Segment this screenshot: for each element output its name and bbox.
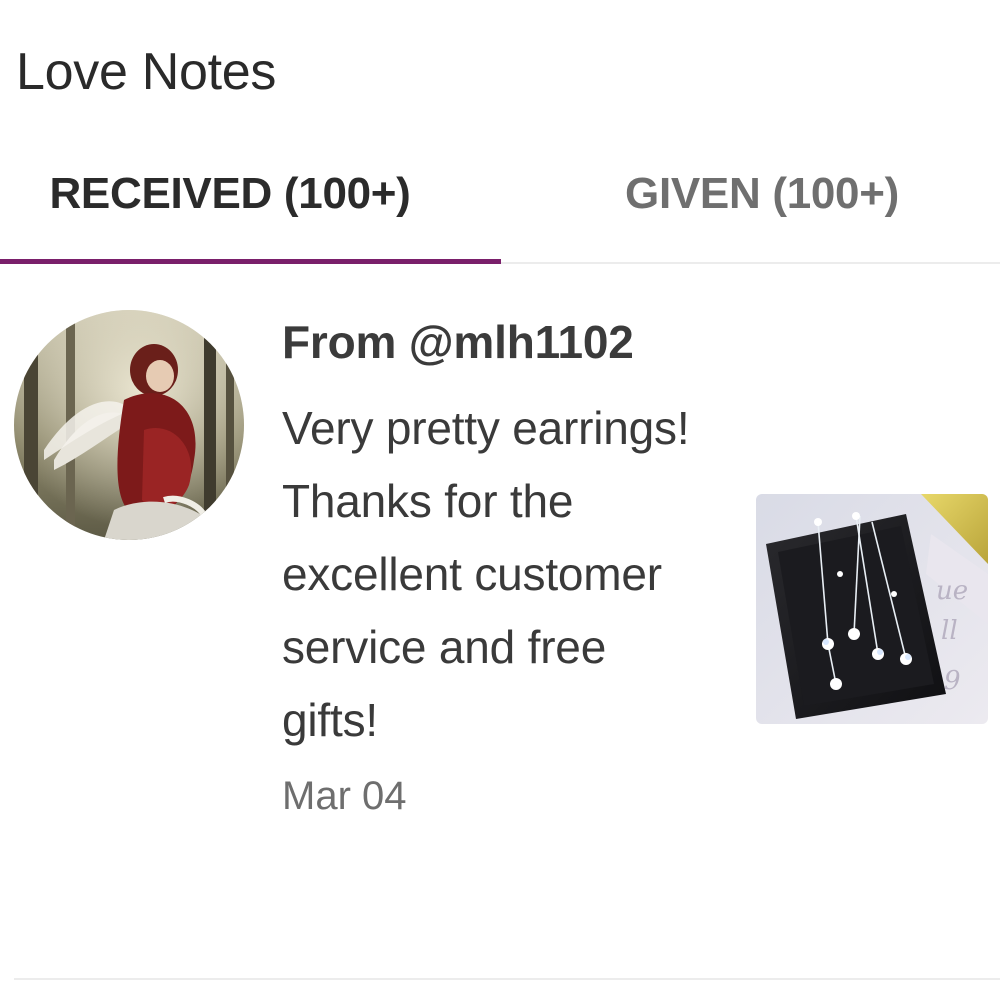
- svg-text:ll: ll: [941, 616, 958, 646]
- svg-text:ue: ue: [936, 576, 968, 606]
- page-title: Love Notes: [16, 43, 277, 101]
- tab-given[interactable]: GIVEN (100+): [512, 150, 1000, 260]
- note-content: From @mlh1102 Very pretty earrings! Than…: [282, 312, 722, 827]
- note-date: Mar 04: [282, 774, 407, 818]
- list-divider: [14, 978, 1000, 980]
- avatar-image: [14, 310, 244, 540]
- tab-received[interactable]: RECEIVED (100+): [0, 150, 480, 260]
- earrings-image: ue ll 9: [756, 494, 988, 724]
- svg-text:9: 9: [944, 666, 961, 696]
- note-sender[interactable]: From @mlh1102: [282, 312, 722, 372]
- tab-bar: RECEIVED (100+) GIVEN (100+): [0, 150, 1000, 264]
- note-message: Very pretty earrings! Thanks for the exc…: [282, 402, 690, 746]
- love-notes-screen: Love Notes RECEIVED (100+) GIVEN (100+): [0, 0, 1000, 1000]
- user-avatar[interactable]: [14, 310, 244, 540]
- love-note-item[interactable]: From @mlh1102 Very pretty earrings! Than…: [0, 264, 1000, 978]
- product-thumbnail[interactable]: ue ll 9: [756, 494, 988, 724]
